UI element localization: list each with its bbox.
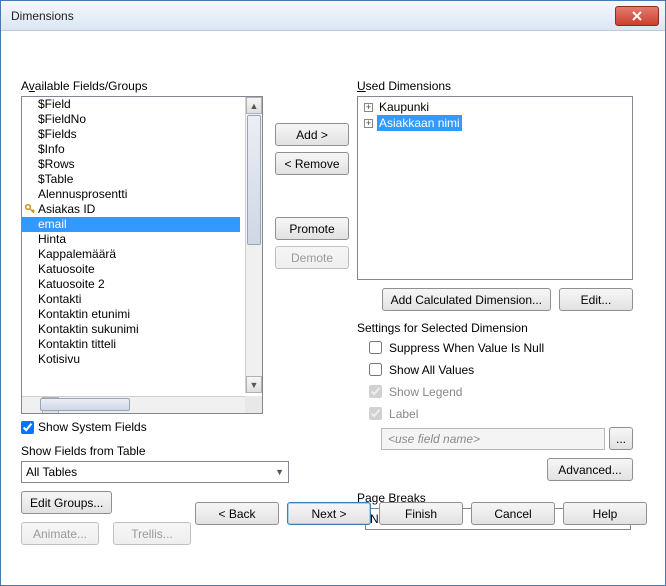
help-button[interactable]: Help	[563, 502, 647, 525]
dialog-body: Available Fields/Groups $Field $FieldNo …	[1, 31, 665, 537]
list-item[interactable]: Katuosoite	[22, 262, 240, 277]
show-legend-checkbox	[369, 385, 382, 398]
show-all-values-row: Show All Values	[357, 360, 633, 379]
list-item[interactable]: $Rows	[22, 157, 240, 172]
show-system-fields-row: Show System Fields	[21, 420, 263, 434]
settings-title: Settings for Selected Dimension	[357, 321, 633, 335]
label-row: Label	[357, 404, 633, 423]
demote-button[interactable]: Demote	[275, 246, 349, 269]
available-fields-panel: Available Fields/Groups $Field $FieldNo …	[21, 79, 263, 545]
scroll-down-button[interactable]: ▼	[246, 376, 262, 393]
list-item-selected[interactable]: email	[22, 217, 240, 232]
add-calculated-dimension-button[interactable]: Add Calculated Dimension...	[382, 288, 551, 311]
remove-button[interactable]: < Remove	[275, 152, 349, 175]
scroll-thumb[interactable]	[40, 398, 130, 411]
scroll-thumb[interactable]	[247, 115, 261, 245]
show-fields-from-table-label: Show Fields from Table	[21, 444, 263, 458]
label-browse-button[interactable]: ...	[609, 427, 633, 450]
advanced-button[interactable]: Advanced...	[547, 458, 633, 481]
list-item[interactable]: $Table	[22, 172, 240, 187]
list-item[interactable]: $Info	[22, 142, 240, 157]
list-item[interactable]: Katuosoite 2	[22, 277, 240, 292]
tree-item-selected[interactable]: + Asiakkaan nimi	[360, 115, 630, 131]
list-item[interactable]: $Fields	[22, 127, 240, 142]
used-dimensions-label: Used Dimensions	[357, 79, 633, 93]
tables-combo-value: All Tables	[26, 465, 77, 479]
list-item[interactable]: Kotisivu	[22, 352, 240, 367]
horizontal-scrollbar[interactable]: ◀ ▶	[22, 396, 245, 413]
expander-icon[interactable]: +	[364, 119, 373, 128]
dialog-window: Dimensions Available Fields/Groups $Fiel…	[0, 0, 666, 586]
list-item[interactable]: Kontakti	[22, 292, 240, 307]
list-item[interactable]: $FieldNo	[22, 112, 240, 127]
titlebar[interactable]: Dimensions	[1, 1, 665, 31]
list-item[interactable]: Alennusprosentti	[22, 187, 240, 202]
show-legend-row: Show Legend	[357, 382, 633, 401]
middle-buttons: Add > < Remove Promote Demote	[275, 95, 349, 269]
cancel-button[interactable]: Cancel	[471, 502, 555, 525]
next-button[interactable]: Next >	[287, 502, 371, 525]
used-dimensions-tree[interactable]: + Kaupunki + Asiakkaan nimi	[357, 96, 633, 280]
window-title: Dimensions	[11, 9, 615, 23]
show-all-values-checkbox[interactable]	[369, 363, 382, 376]
trellis-button[interactable]: Trellis...	[113, 522, 191, 545]
label-input[interactable]: <use field name>	[381, 428, 605, 450]
finish-button[interactable]: Finish	[379, 502, 463, 525]
tree-item[interactable]: + Kaupunki	[360, 99, 630, 115]
suppress-null-row: Suppress When Value Is Null	[357, 338, 633, 357]
close-icon	[631, 11, 643, 21]
list-item[interactable]: Kontaktin etunimi	[22, 307, 240, 322]
scroll-corner	[245, 396, 262, 413]
animate-button[interactable]: Animate...	[21, 522, 99, 545]
edit-dimension-button[interactable]: Edit...	[559, 288, 633, 311]
expander-icon[interactable]: +	[364, 103, 373, 112]
used-dimensions-panel: Used Dimensions + Kaupunki + Asiakkaan n…	[357, 79, 633, 530]
key-icon	[24, 203, 36, 215]
add-button[interactable]: Add >	[275, 123, 349, 146]
wizard-buttons: < Back Next > Finish Cancel Help	[1, 502, 665, 525]
scroll-up-button[interactable]: ▲	[246, 97, 262, 114]
vertical-scrollbar[interactable]: ▲ ▼	[245, 97, 262, 393]
chevron-down-icon: ▼	[275, 467, 284, 477]
tables-combo[interactable]: All Tables ▼	[21, 461, 289, 483]
list-item[interactable]: Kontaktin titteli	[22, 337, 240, 352]
list-item[interactable]: $Field	[22, 97, 240, 112]
show-system-fields-checkbox[interactable]	[21, 421, 34, 434]
list-item[interactable]: Asiakas ID	[22, 202, 240, 217]
list-item[interactable]: Hinta	[22, 232, 240, 247]
label-checkbox	[369, 407, 382, 420]
suppress-null-checkbox[interactable]	[369, 341, 382, 354]
back-button[interactable]: < Back	[195, 502, 279, 525]
available-fields-label: Available Fields/Groups	[21, 79, 263, 93]
list-item[interactable]: Kappalemäärä	[22, 247, 240, 262]
available-fields-listbox[interactable]: $Field $FieldNo $Fields $Info $Rows $Tab…	[21, 96, 263, 414]
promote-button[interactable]: Promote	[275, 217, 349, 240]
settings-group: Settings for Selected Dimension Suppress…	[357, 321, 633, 481]
list-item[interactable]: Kontaktin sukunimi	[22, 322, 240, 337]
close-button[interactable]	[615, 6, 659, 26]
